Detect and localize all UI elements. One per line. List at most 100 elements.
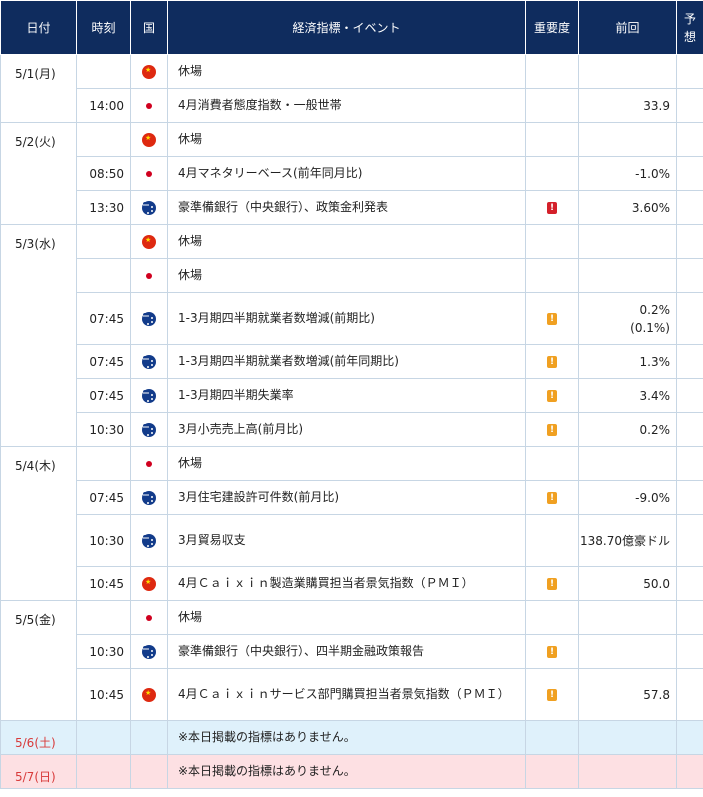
previous-value: 0.2%: [639, 422, 671, 437]
importance-medium-icon: !: [547, 578, 557, 590]
previous-cell: [578, 600, 677, 635]
previous-cell: [578, 258, 677, 293]
previous-cell: 138.70億豪ドル: [578, 514, 677, 567]
forecast-cell: [676, 156, 703, 191]
event-cell: 休場: [167, 258, 526, 293]
australia-flag-icon: [142, 311, 156, 326]
event-cell: 3月貿易収支: [167, 514, 526, 567]
previous-revised-value: (0.1%): [630, 320, 670, 335]
date-cell: 5/7(日): [0, 754, 77, 789]
importance-cell: !: [525, 344, 579, 379]
china-flag-icon: [142, 234, 156, 249]
event-cell: 1-3月期四半期失業率: [167, 378, 526, 413]
forecast-cell: [676, 54, 703, 89]
japan-flag-icon: [142, 98, 156, 113]
country-cell: [130, 224, 168, 259]
country-cell: [130, 668, 168, 721]
country-cell: [130, 258, 168, 293]
time-cell: [76, 754, 131, 789]
time-cell: 07:45: [76, 344, 131, 379]
previous-value: 0.2%: [639, 302, 671, 317]
importance-cell: [525, 224, 579, 259]
previous-value: -1.0%: [635, 166, 670, 181]
importance-medium-icon: !: [547, 313, 557, 325]
country-cell: [130, 566, 168, 601]
time-cell: 10:45: [76, 566, 131, 601]
australia-flag-icon: [142, 388, 156, 403]
country-cell: [130, 446, 168, 481]
previous-value: 33.9: [643, 98, 670, 113]
previous-value: 57.8: [643, 687, 670, 702]
event-cell: 休場: [167, 446, 526, 481]
calendar-body: 5/1(月)休場14:004月消費者態度指数・一般世帯33.95/2(火)休場0…: [0, 54, 703, 789]
time-cell: 07:45: [76, 378, 131, 413]
previous-cell: [578, 720, 677, 755]
country-cell: [130, 292, 168, 345]
importance-medium-icon: !: [547, 424, 557, 436]
australia-flag-icon: [142, 533, 156, 548]
country-cell: [130, 754, 168, 789]
time-cell: [76, 446, 131, 481]
importance-medium-icon: !: [547, 492, 557, 504]
event-cell: 休場: [167, 600, 526, 635]
australia-flag-icon: [142, 200, 156, 215]
header-previous: 前回: [578, 0, 677, 55]
header-row: 日付 時刻 国 経済指標・イベント 重要度 前回 予想: [0, 0, 703, 55]
forecast-cell: [676, 190, 703, 225]
date-cell: 5/3(水): [0, 224, 77, 447]
weekend-row: 5/6(土) ※本日掲載の指標はありません。: [0, 720, 703, 755]
importance-cell: !: [525, 378, 579, 413]
previous-cell: [578, 634, 677, 669]
previous-cell: 3.60%: [578, 190, 677, 225]
time-cell: 14:00: [76, 88, 131, 123]
time-cell: 10:45: [76, 668, 131, 721]
previous-value: 138.70億豪ドル: [580, 533, 670, 548]
time-cell: 07:45: [76, 480, 131, 515]
event-cell: 休場: [167, 54, 526, 89]
australia-flag-icon: [142, 354, 156, 369]
forecast-cell: [676, 292, 703, 345]
event-cell: 1-3月期四半期就業者数増減(前期比): [167, 292, 526, 345]
country-cell: [130, 514, 168, 567]
previous-cell: 33.9: [578, 88, 677, 123]
table-row: 07:45 1-3月期四半期就業者数増減(前期比)! 0.2% (0.1%): [1, 292, 703, 345]
previous-cell: 1.3%: [578, 344, 677, 379]
china-flag-icon: [142, 64, 156, 79]
event-cell: 休場: [167, 224, 526, 259]
importance-cell: !: [525, 480, 579, 515]
importance-cell: !: [525, 412, 579, 447]
previous-cell: 57.8: [578, 668, 677, 721]
header-event: 経済指標・イベント: [167, 0, 526, 55]
forecast-cell: [676, 378, 703, 413]
previous-value: 50.0: [643, 576, 670, 591]
previous-cell: -9.0%: [578, 480, 677, 515]
importance-cell: [525, 600, 579, 635]
importance-cell: [525, 156, 579, 191]
header-country: 国: [130, 0, 168, 55]
previous-cell: 50.0: [578, 566, 677, 601]
table-row: 5/4(木) 休場: [0, 446, 703, 601]
table-row: 10:30 豪準備銀行（中央銀行）、四半期金融政策報告!: [1, 634, 703, 669]
table-row: 07:45 1-3月期四半期就業者数増減(前年同期比)! 1.3%: [1, 344, 703, 379]
country-cell: [130, 54, 168, 89]
header-forecast: 予想: [676, 0, 703, 55]
header-time: 時刻: [76, 0, 131, 55]
table-row: 07:45 3月住宅建設許可件数(前月比)! -9.0%: [1, 480, 703, 515]
importance-medium-icon: !: [547, 390, 557, 402]
forecast-cell: [676, 600, 703, 635]
japan-flag-icon: [142, 456, 156, 471]
forecast-cell: [676, 720, 703, 755]
importance-cell: [525, 720, 579, 755]
previous-cell: 3.4%: [578, 378, 677, 413]
time-cell: 10:30: [76, 412, 131, 447]
previous-cell: [578, 122, 677, 157]
previous-value: -9.0%: [635, 490, 670, 505]
importance-cell: [525, 258, 579, 293]
china-flag-icon: [142, 687, 156, 702]
importance-cell: !: [525, 292, 579, 345]
table-row: 10:45 4月Ｃａｉｘｉｎ製造業購買担当者景気指数（ＰＭＩ）! 50.0: [1, 566, 703, 601]
importance-cell: !: [525, 190, 579, 225]
forecast-cell: [676, 754, 703, 789]
event-cell: 4月Ｃａｉｘｉｎサービス部門購買担当者景気指数（ＰＭＩ）: [167, 668, 526, 721]
japan-flag-icon: [142, 268, 156, 283]
